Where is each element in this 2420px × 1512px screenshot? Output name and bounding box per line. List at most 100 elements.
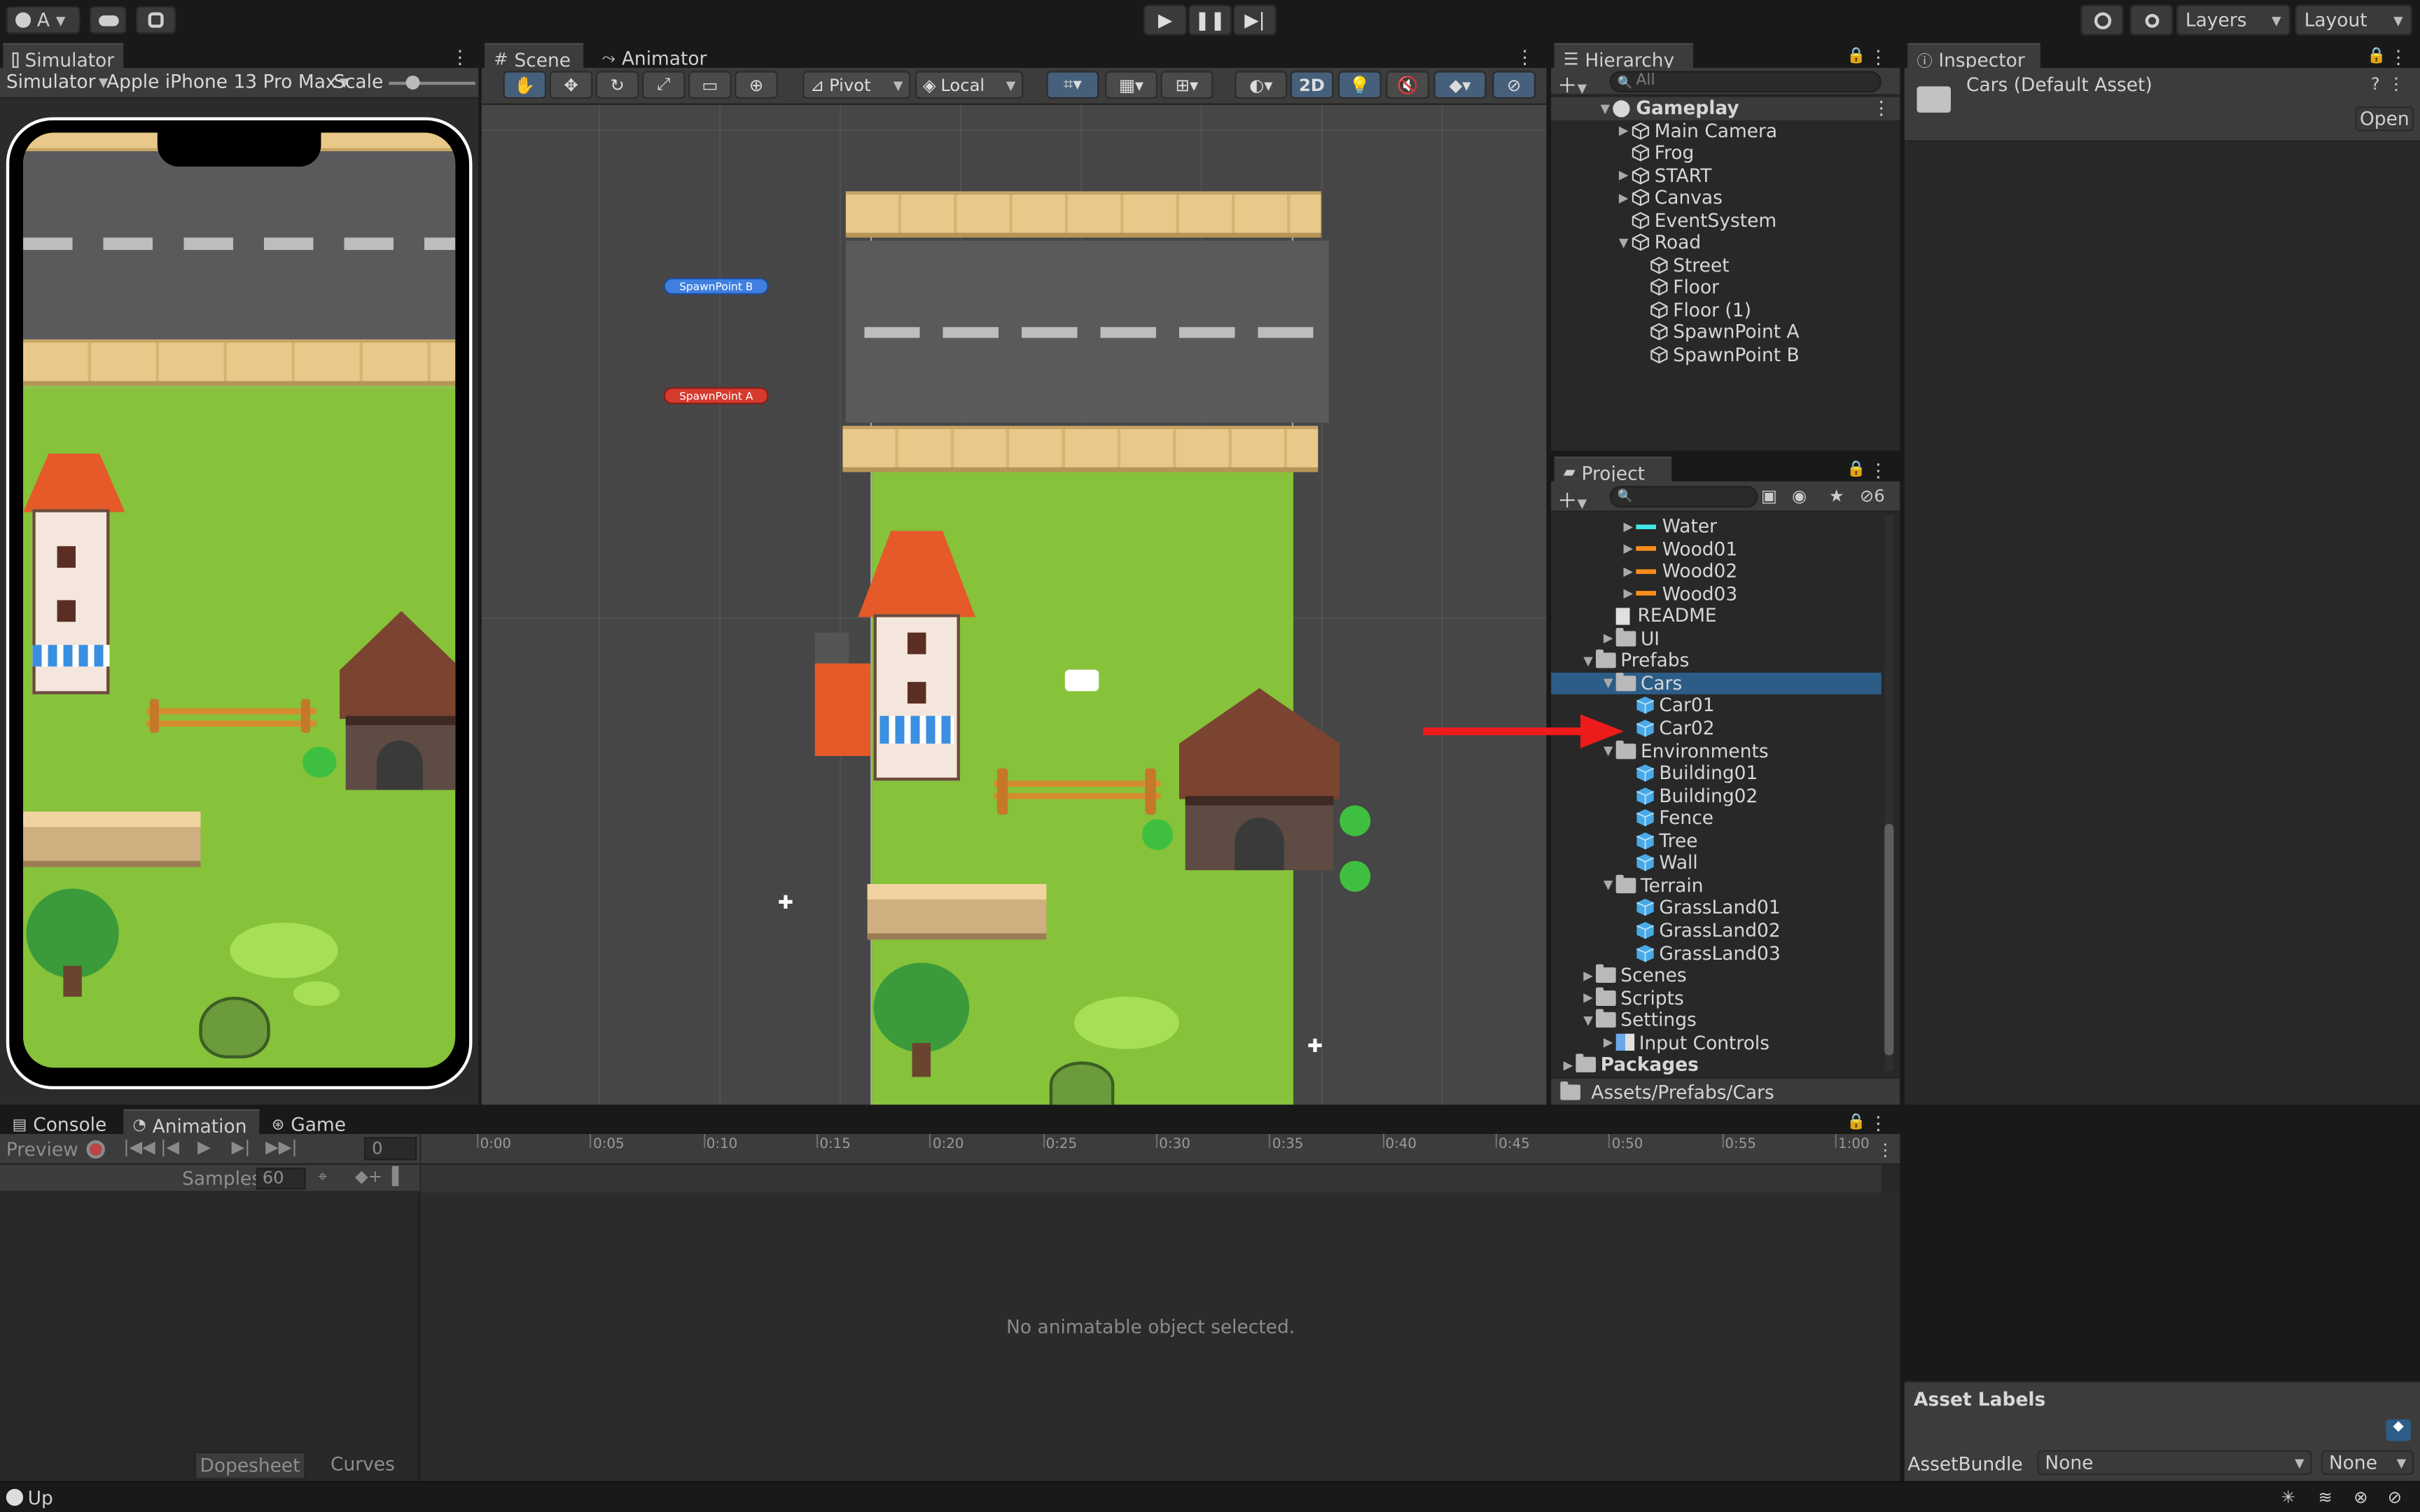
- play-button[interactable]: ▶: [1143, 4, 1187, 36]
- rect-tool[interactable]: ▭: [688, 71, 732, 99]
- panel-menu-icon[interactable]: ⋮: [1515, 46, 1534, 68]
- scale-tool[interactable]: ⤢: [641, 71, 686, 99]
- hierarchy-row[interactable]: Floor (1): [1551, 299, 1900, 321]
- scale-slider[interactable]: [389, 75, 475, 90]
- chevron-down-icon[interactable]: ▼: [1601, 878, 1616, 892]
- phone-screen[interactable]: [23, 132, 456, 1068]
- hand-tool[interactable]: ✋: [503, 71, 547, 99]
- chevron-right-icon[interactable]: ▶: [1620, 587, 1636, 601]
- undo-history-button[interactable]: [2080, 4, 2124, 36]
- chevron-down-icon[interactable]: ▼: [1580, 1013, 1596, 1027]
- chevron-right-icon[interactable]: ▶: [1620, 542, 1636, 556]
- project-row[interactable]: ▶ Scripts: [1551, 986, 1882, 1009]
- assetbundle-variant-dropdown[interactable]: None ▼: [2321, 1450, 2414, 1476]
- step-button[interactable]: ▶|: [1233, 4, 1277, 36]
- search-by-label-icon[interactable]: ◉: [1792, 486, 1807, 506]
- panel-menu-icon[interactable]: ⋮: [1869, 46, 1887, 68]
- help-icon[interactable]: ?: [2371, 74, 2380, 94]
- local-dropdown[interactable]: ◈ Local ▼: [915, 71, 1024, 99]
- network-icon[interactable]: ⊗: [2353, 1488, 2367, 1508]
- hierarchy-row[interactable]: ▶ Canvas: [1551, 187, 1900, 209]
- pause-button[interactable]: ❚❚: [1188, 4, 1232, 36]
- hierarchy-search-input[interactable]: 🔍 All: [1609, 71, 1882, 93]
- timeline-events-row[interactable]: [421, 1165, 1882, 1193]
- project-row[interactable]: ▶ Packages: [1551, 1054, 1882, 1076]
- record-icon[interactable]: [86, 1140, 105, 1159]
- settings-menu-icon[interactable]: ⋮: [2388, 74, 2405, 94]
- chevron-right-icon[interactable]: ▶: [1616, 191, 1632, 205]
- hierarchy-row[interactable]: ▼ Road: [1551, 232, 1900, 254]
- debug-icon[interactable]: ✳: [2281, 1488, 2295, 1508]
- project-row[interactable]: GrassLand01: [1551, 897, 1882, 919]
- lock-icon[interactable]: 🔒: [1847, 48, 1865, 64]
- layers-dropdown[interactable]: Layers ▼: [2176, 4, 2290, 36]
- chevron-right-icon[interactable]: ▶: [1601, 1035, 1616, 1049]
- spawn-point-a[interactable]: SpawnPoint A: [663, 387, 769, 405]
- project-row[interactable]: ▶ UI: [1551, 627, 1882, 650]
- asset-label-tag-icon[interactable]: ◆: [2386, 1419, 2411, 1441]
- favorite-icon[interactable]: ★: [1829, 486, 1844, 506]
- lock-icon[interactable]: 🔒: [2367, 48, 2386, 64]
- frame-input[interactable]: 0: [364, 1137, 417, 1161]
- scene-menu-icon[interactable]: ⋮: [1872, 97, 1891, 119]
- project-row[interactable]: ▼ Terrain: [1551, 874, 1882, 897]
- open-button[interactable]: Open: [2355, 106, 2414, 132]
- hierarchy-row[interactable]: Street: [1551, 254, 1900, 276]
- scene-visibility-button[interactable]: ⊘: [1492, 71, 1536, 99]
- cache-icon[interactable]: ≋: [2318, 1488, 2332, 1508]
- timeline-area[interactable]: No animatable object selected.: [421, 1192, 1900, 1481]
- mode-2d-button[interactable]: 2D: [1290, 71, 1334, 99]
- curves-button[interactable]: Curves: [308, 1452, 417, 1480]
- chevron-right-icon[interactable]: ▶: [1580, 968, 1596, 982]
- project-row[interactable]: Tree: [1551, 830, 1882, 852]
- grid-snap-button[interactable]: ⌗▾: [1046, 71, 1099, 99]
- add-event-icon[interactable]: ▌: [392, 1166, 405, 1186]
- hierarchy-row[interactable]: ▶ Main Camera: [1551, 120, 1900, 142]
- project-row[interactable]: GrassLand03: [1551, 941, 1882, 964]
- samples-input[interactable]: 60: [256, 1168, 306, 1190]
- chevron-down-icon[interactable]: ▼: [1616, 236, 1632, 250]
- project-scrollbar-thumb[interactable]: [1884, 823, 1894, 1056]
- panel-menu-icon[interactable]: ⋮: [1869, 460, 1887, 482]
- project-row[interactable]: Wall: [1551, 852, 1882, 874]
- move-tool[interactable]: ✥: [549, 71, 593, 99]
- project-scrollbar[interactable]: [1884, 515, 1894, 1071]
- lock-icon[interactable]: 🔒: [1847, 461, 1865, 478]
- account-dropdown[interactable]: A ▼: [6, 6, 81, 34]
- play-icon[interactable]: ▶: [197, 1137, 211, 1157]
- rotate-tool[interactable]: ↻: [595, 71, 639, 99]
- first-key-icon[interactable]: |◀◀: [123, 1137, 155, 1157]
- increment-snap-button[interactable]: ⊞▾: [1160, 71, 1214, 99]
- panel-menu-icon[interactable]: ⋮: [1869, 1112, 1887, 1134]
- chevron-right-icon[interactable]: ▶: [1616, 169, 1632, 183]
- cloud-button[interactable]: [89, 6, 127, 34]
- panel-menu-icon[interactable]: ⋮: [451, 46, 469, 68]
- project-row[interactable]: GrassLand02: [1551, 919, 1882, 941]
- chevron-down-icon[interactable]: ▼: [1580, 654, 1596, 668]
- project-row[interactable]: ▶ Wood01: [1551, 538, 1882, 560]
- scene-viewport[interactable]: SpawnPoint B SpawnPoint A ✚ ✚: [481, 104, 1547, 1105]
- preview-button[interactable]: Preview: [6, 1139, 78, 1161]
- chevron-down-icon[interactable]: ▼: [1601, 676, 1616, 690]
- project-row[interactable]: ▶ Wood02: [1551, 560, 1882, 582]
- lock-icon[interactable]: 🔒: [1847, 1114, 1865, 1130]
- dopesheet-button[interactable]: Dopesheet: [194, 1452, 306, 1480]
- project-row[interactable]: ▶ Scenes: [1551, 964, 1882, 986]
- hierarchy-row[interactable]: Frog: [1551, 142, 1900, 164]
- hierarchy-row[interactable]: SpawnPoint A: [1551, 321, 1900, 344]
- frog-character[interactable]: [1049, 1061, 1115, 1105]
- simulator-mode-dropdown[interactable]: Simulator ▼: [6, 71, 109, 92]
- hierarchy-row[interactable]: ▶ START: [1551, 164, 1900, 187]
- hierarchy-row[interactable]: Floor: [1551, 276, 1900, 299]
- create-dropdown[interactable]: ＋▼: [1557, 69, 1587, 99]
- project-row[interactable]: README: [1551, 605, 1882, 627]
- hidden-packages-icon[interactable]: ⊘6: [1860, 486, 1885, 506]
- create-dropdown[interactable]: ＋▼: [1557, 484, 1587, 514]
- next-key-icon[interactable]: ▶|: [232, 1137, 251, 1157]
- project-row[interactable]: ▶ Input Controls: [1551, 1031, 1882, 1054]
- project-row[interactable]: ▶ Wood03: [1551, 582, 1882, 605]
- add-key-icon[interactable]: ◆+: [355, 1166, 382, 1186]
- draw-mode-button[interactable]: ◐▾: [1235, 71, 1288, 99]
- chevron-right-icon[interactable]: ▶: [1601, 631, 1616, 645]
- layout-dropdown[interactable]: Layout ▼: [2295, 4, 2412, 36]
